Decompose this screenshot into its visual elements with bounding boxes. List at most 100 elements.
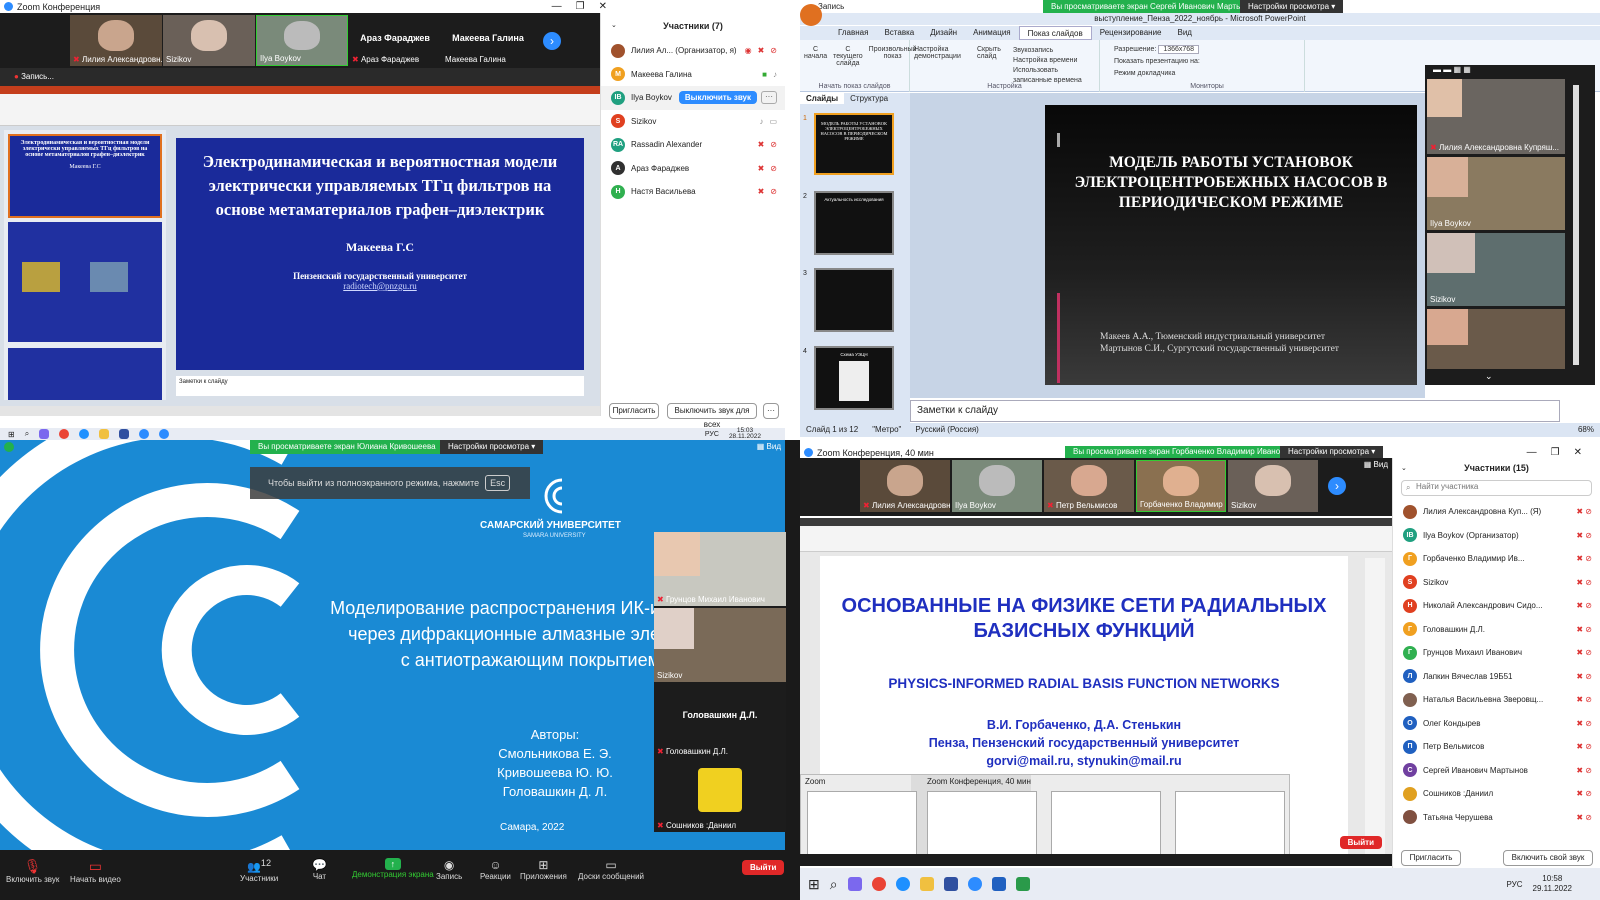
hide-slide-button[interactable]: Скрыть слайд <box>977 46 1009 86</box>
participant-row[interactable]: П Петр Вельмисов ✖ ⊘ <box>1393 735 1600 759</box>
participant-row[interactable]: Н Николай Александрович Сидо... ✖ ⊘ <box>1393 594 1600 618</box>
leave-button[interactable]: Выйти <box>742 860 785 875</box>
thumb-slide-2[interactable] <box>8 222 162 342</box>
thumb-slide-1[interactable]: Электродинамическая и вероятностная моде… <box>8 134 162 218</box>
video-tile[interactable]: ✖ Грунцов Михаил Иванович <box>654 532 786 606</box>
participant-row[interactable]: Г Горбаченко Владимир Ив... ✖ ⊘ <box>1393 547 1600 571</box>
more-icon[interactable]: ··· <box>763 403 779 419</box>
participant-row[interactable]: S Sizikov ♪ ▭ <box>601 110 785 134</box>
tab-insert[interactable]: Вставка <box>876 26 922 40</box>
view-button[interactable]: ▦ Вид <box>1364 460 1388 469</box>
video-tile[interactable]: Головашкин Д.Л. ✖ Головашкин Д.Л. <box>654 684 786 758</box>
windows-start-icon[interactable]: ⊞ <box>808 876 820 893</box>
app-icon[interactable] <box>991 877 1006 891</box>
share-screen-button[interactable]: ↑ Демонстрация экрана <box>352 858 434 879</box>
minimize-icon[interactable]: — <box>1527 447 1537 458</box>
windows-start-icon[interactable]: ⊞ <box>8 430 15 439</box>
more-icon[interactable]: ··· <box>761 91 777 105</box>
app-icon[interactable] <box>39 429 50 439</box>
record-button[interactable]: ◉ Запись <box>436 858 462 881</box>
video-tile[interactable]: Sizikov <box>654 608 786 682</box>
tab-review[interactable]: Рецензирование <box>1092 26 1170 40</box>
view-settings-button[interactable]: Настройки просмотра ▾ <box>440 440 544 454</box>
folder-icon[interactable] <box>99 429 110 439</box>
participant-row[interactable]: С Сергей Иванович Мартынов ✖ ⊘ <box>1393 759 1600 783</box>
video-tile[interactable]: ✖ Лилия Александровн... <box>70 15 162 66</box>
participant-row[interactable]: Л Лапкин Вячеслав 19Б51 ✖ ⊘ <box>1393 665 1600 689</box>
chevron-down-icon[interactable]: ⌄ <box>1485 371 1493 382</box>
minimize-icon[interactable]: — <box>552 1 562 12</box>
participant-row[interactable]: Сошников :Даниил ✖ ⊘ <box>1393 782 1600 806</box>
tab-outline[interactable]: Структура <box>844 93 894 104</box>
tab-home[interactable]: Главная <box>830 26 876 40</box>
participant-search[interactable]: ⌕ <box>1401 480 1592 496</box>
unmute-self-button[interactable]: Включить свой звук <box>1503 850 1593 866</box>
video-tile[interactable]: Ilya Boykov <box>256 15 348 66</box>
excel-icon[interactable] <box>1015 877 1030 891</box>
notes-pane[interactable]: Заметки к слайду <box>176 376 584 396</box>
preview-title[interactable]: Zoom <box>805 777 825 786</box>
leave-button[interactable]: Выйти <box>1339 836 1382 849</box>
video-tile[interactable]: ✖ Лилия Александровна Купряш... <box>1427 79 1565 154</box>
search-icon[interactable]: ⌕ <box>830 876 838 893</box>
thumb-slide-1[interactable]: МОДЕЛЬ РАБОТЫ УСТАНОВОК ЭЛЕКТРОЦЕНТРОБЕЖ… <box>814 113 894 175</box>
reactions-button[interactable]: ☺ Реакции <box>480 858 511 881</box>
video-tile[interactable]: ✖ Петр Вельмисов <box>1044 460 1134 512</box>
video-tile[interactable]: Sizikov <box>163 15 255 66</box>
search-input[interactable] <box>1416 482 1566 491</box>
next-page-icon[interactable]: › <box>1328 477 1346 495</box>
tab-slides[interactable]: Слайды <box>800 93 845 104</box>
window-preview[interactable] <box>927 791 1037 859</box>
video-tile[interactable]: ✖ Сошников :Даниил <box>654 760 786 832</box>
maximize-icon[interactable]: ❐ <box>1551 447 1560 458</box>
chrome-icon[interactable] <box>871 877 886 891</box>
participant-row[interactable]: Г Грунцов Михаил Иванович ✖ ⊘ <box>1393 641 1600 665</box>
rehearse-timings-button[interactable]: Настройка времени <box>1013 57 1077 64</box>
app-icon[interactable] <box>119 429 130 439</box>
next-page-icon[interactable]: › <box>543 32 561 50</box>
apps-button[interactable]: ⊞ Приложения <box>520 858 567 881</box>
participant-row[interactable]: Лилия Александровна Куп... (Я) ✖ ⊘ <box>1393 500 1600 524</box>
app-icon[interactable] <box>847 877 862 891</box>
resolution-select[interactable]: 1366x768 <box>1158 45 1200 54</box>
participant-row[interactable]: Лилия Ал... (Организатор, я) ◉ ✖ ⊘ <box>601 39 785 63</box>
participant-row[interactable]: О Олег Кондырев ✖ ⊘ <box>1393 712 1600 736</box>
view-settings-button[interactable]: Настройки просмотра ▾ <box>1280 446 1384 458</box>
presenter-view-checkbox[interactable]: Режим докладчика <box>1114 70 1175 77</box>
zoom-level[interactable]: 68% <box>1578 425 1594 435</box>
show-on-select[interactable]: Показать презентацию на: <box>1114 58 1200 65</box>
collapse-icon[interactable]: ⌄ <box>611 21 617 29</box>
use-timings-checkbox[interactable]: Использовать записанные времена <box>1013 67 1082 84</box>
participant-row[interactable]: Татьяна Черушева ✖ ⊘ <box>1393 806 1600 830</box>
mute-all-button[interactable]: Выключить звук для всех <box>667 403 757 428</box>
from-current-button[interactable]: С текущего слайда <box>833 46 863 67</box>
invite-button[interactable]: Пригласить <box>1401 850 1461 866</box>
office-button-icon[interactable] <box>800 4 822 26</box>
unmute-button[interactable]: 🎙 Включить звук <box>6 858 59 884</box>
close-icon[interactable]: ✕ <box>599 1 607 12</box>
invite-button[interactable]: Пригласить <box>609 403 659 419</box>
view-settings-button[interactable]: Настройки просмотра ▾ <box>1240 0 1344 13</box>
folder-icon[interactable] <box>919 877 934 891</box>
app-icon[interactable] <box>943 877 958 891</box>
preview-title[interactable]: Zoom Конференция, 40 мин <box>927 777 1031 786</box>
zoom-icon[interactable] <box>139 429 150 439</box>
participant-row[interactable]: IB Ilya Boykov Выключить звук ··· <box>601 86 785 110</box>
tab-slideshow[interactable]: Показ слайдов <box>1018 26 1092 40</box>
participant-row[interactable]: Г Головашкин Д.Л. ✖ ⊘ <box>1393 618 1600 642</box>
edge-icon[interactable] <box>79 429 90 439</box>
clock[interactable]: 15:03 28.11.2022 <box>729 427 785 440</box>
view-toggle[interactable]: ▬ ▬ ▦ ▦ <box>1425 65 1595 77</box>
edge-icon[interactable] <box>895 877 910 891</box>
tab-view[interactable]: Вид <box>1170 26 1200 40</box>
participant-row[interactable]: IB Ilya Boykov (Организатор) ✖ ⊘ <box>1393 524 1600 548</box>
window-preview[interactable] <box>1051 791 1161 859</box>
tab-animation[interactable]: Анимация <box>965 26 1019 40</box>
video-tile[interactable]: Араз Фараджев ✖ Араз Фараджев <box>349 15 441 66</box>
from-beginning-button[interactable]: С начала <box>804 46 827 67</box>
esc-key[interactable]: Esc <box>485 475 511 491</box>
collapse-icon[interactable]: ⌄ <box>1401 464 1407 472</box>
whiteboards-button[interactable]: ▭ Доски сообщений <box>578 858 644 881</box>
record-narration-button[interactable]: Звукозапись <box>1013 47 1053 54</box>
participant-row[interactable]: Н Настя Васильева ✖ ⊘ <box>601 180 785 204</box>
